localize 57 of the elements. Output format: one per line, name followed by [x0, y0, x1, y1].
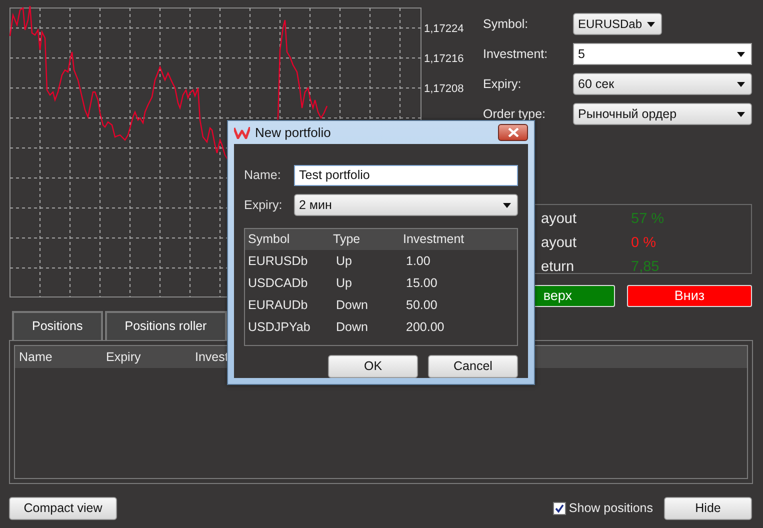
input-dropdown[interactable]: 5	[573, 43, 752, 65]
tab[interactable]: Positions	[12, 311, 103, 340]
hide-button[interactable]: Hide	[664, 497, 752, 520]
cancel-button[interactable]: Cancel	[428, 355, 518, 378]
dropdown[interactable]: 60 сек	[573, 73, 752, 95]
caret-icon	[737, 112, 745, 116]
dropdown[interactable]: EURUSDab	[573, 13, 662, 35]
column-header: Expiry	[106, 348, 142, 366]
field-label: Expiry:	[244, 196, 284, 214]
stat-value: 57 %	[631, 210, 666, 229]
column-header: Type	[333, 231, 362, 248]
caret-icon	[647, 22, 655, 26]
field-label: Order type:	[483, 106, 547, 123]
table-cell-text: 15.00	[405, 274, 438, 292]
close-icon	[508, 128, 518, 137]
price-label: 1,17216	[424, 53, 464, 65]
stat-value: 7,85	[631, 258, 660, 276]
caret-icon	[503, 202, 511, 208]
table-cell-text: Up	[335, 274, 353, 292]
table-cell-text: EURAUDb	[247, 296, 309, 314]
dialog-title: New portfolio	[255, 124, 331, 142]
table-cell-text: USDCADb	[247, 274, 309, 292]
field-label: Investment:	[483, 46, 549, 63]
column-header: Symbol	[247, 231, 291, 248]
column-header: Invest	[195, 348, 230, 366]
table-cell-text: 200.00	[405, 318, 446, 336]
table-cell-text: 50.00	[405, 296, 438, 314]
column-header: Investment	[403, 231, 466, 248]
ok-button[interactable]: OK	[328, 355, 418, 378]
down-button[interactable]: Вниз	[627, 285, 752, 307]
table-cell-text: EURUSDb	[247, 252, 309, 270]
caret-icon	[737, 52, 745, 56]
checkbox[interactable]	[552, 502, 566, 515]
stat-label: eturn	[541, 258, 576, 276]
table-cell-text: 1.00	[405, 252, 432, 270]
field-label: Symbol:	[483, 16, 530, 33]
table-cell-text: USDJPYab	[247, 318, 312, 336]
name-field[interactable]: Test portfolio	[294, 164, 518, 186]
checkbox-label: Show positions	[568, 500, 653, 518]
tab[interactable]: Positions roller	[104, 311, 227, 340]
table-cell-text: Down	[335, 296, 369, 314]
app-logo-icon	[234, 126, 250, 138]
column-header: Name	[19, 348, 54, 366]
stat-label: ayout	[541, 210, 578, 229]
close-button[interactable]	[498, 124, 528, 141]
table-cell-text: Up	[335, 252, 353, 270]
dropdown[interactable]: 2 мин	[294, 194, 518, 216]
field-label: Name:	[244, 166, 282, 184]
dropdown[interactable]: Рыночный ордер	[573, 103, 752, 125]
stat-value: 0 %	[631, 234, 657, 253]
table-cell-text: Down	[335, 318, 369, 336]
compact-view-button[interactable]: Compact view	[9, 497, 117, 520]
stat-label: ayout	[541, 234, 578, 253]
price-label: 1,17224	[424, 23, 464, 35]
caret-icon	[737, 82, 745, 86]
price-label: 1,17208	[424, 83, 464, 95]
field-label: Expiry:	[483, 76, 522, 93]
